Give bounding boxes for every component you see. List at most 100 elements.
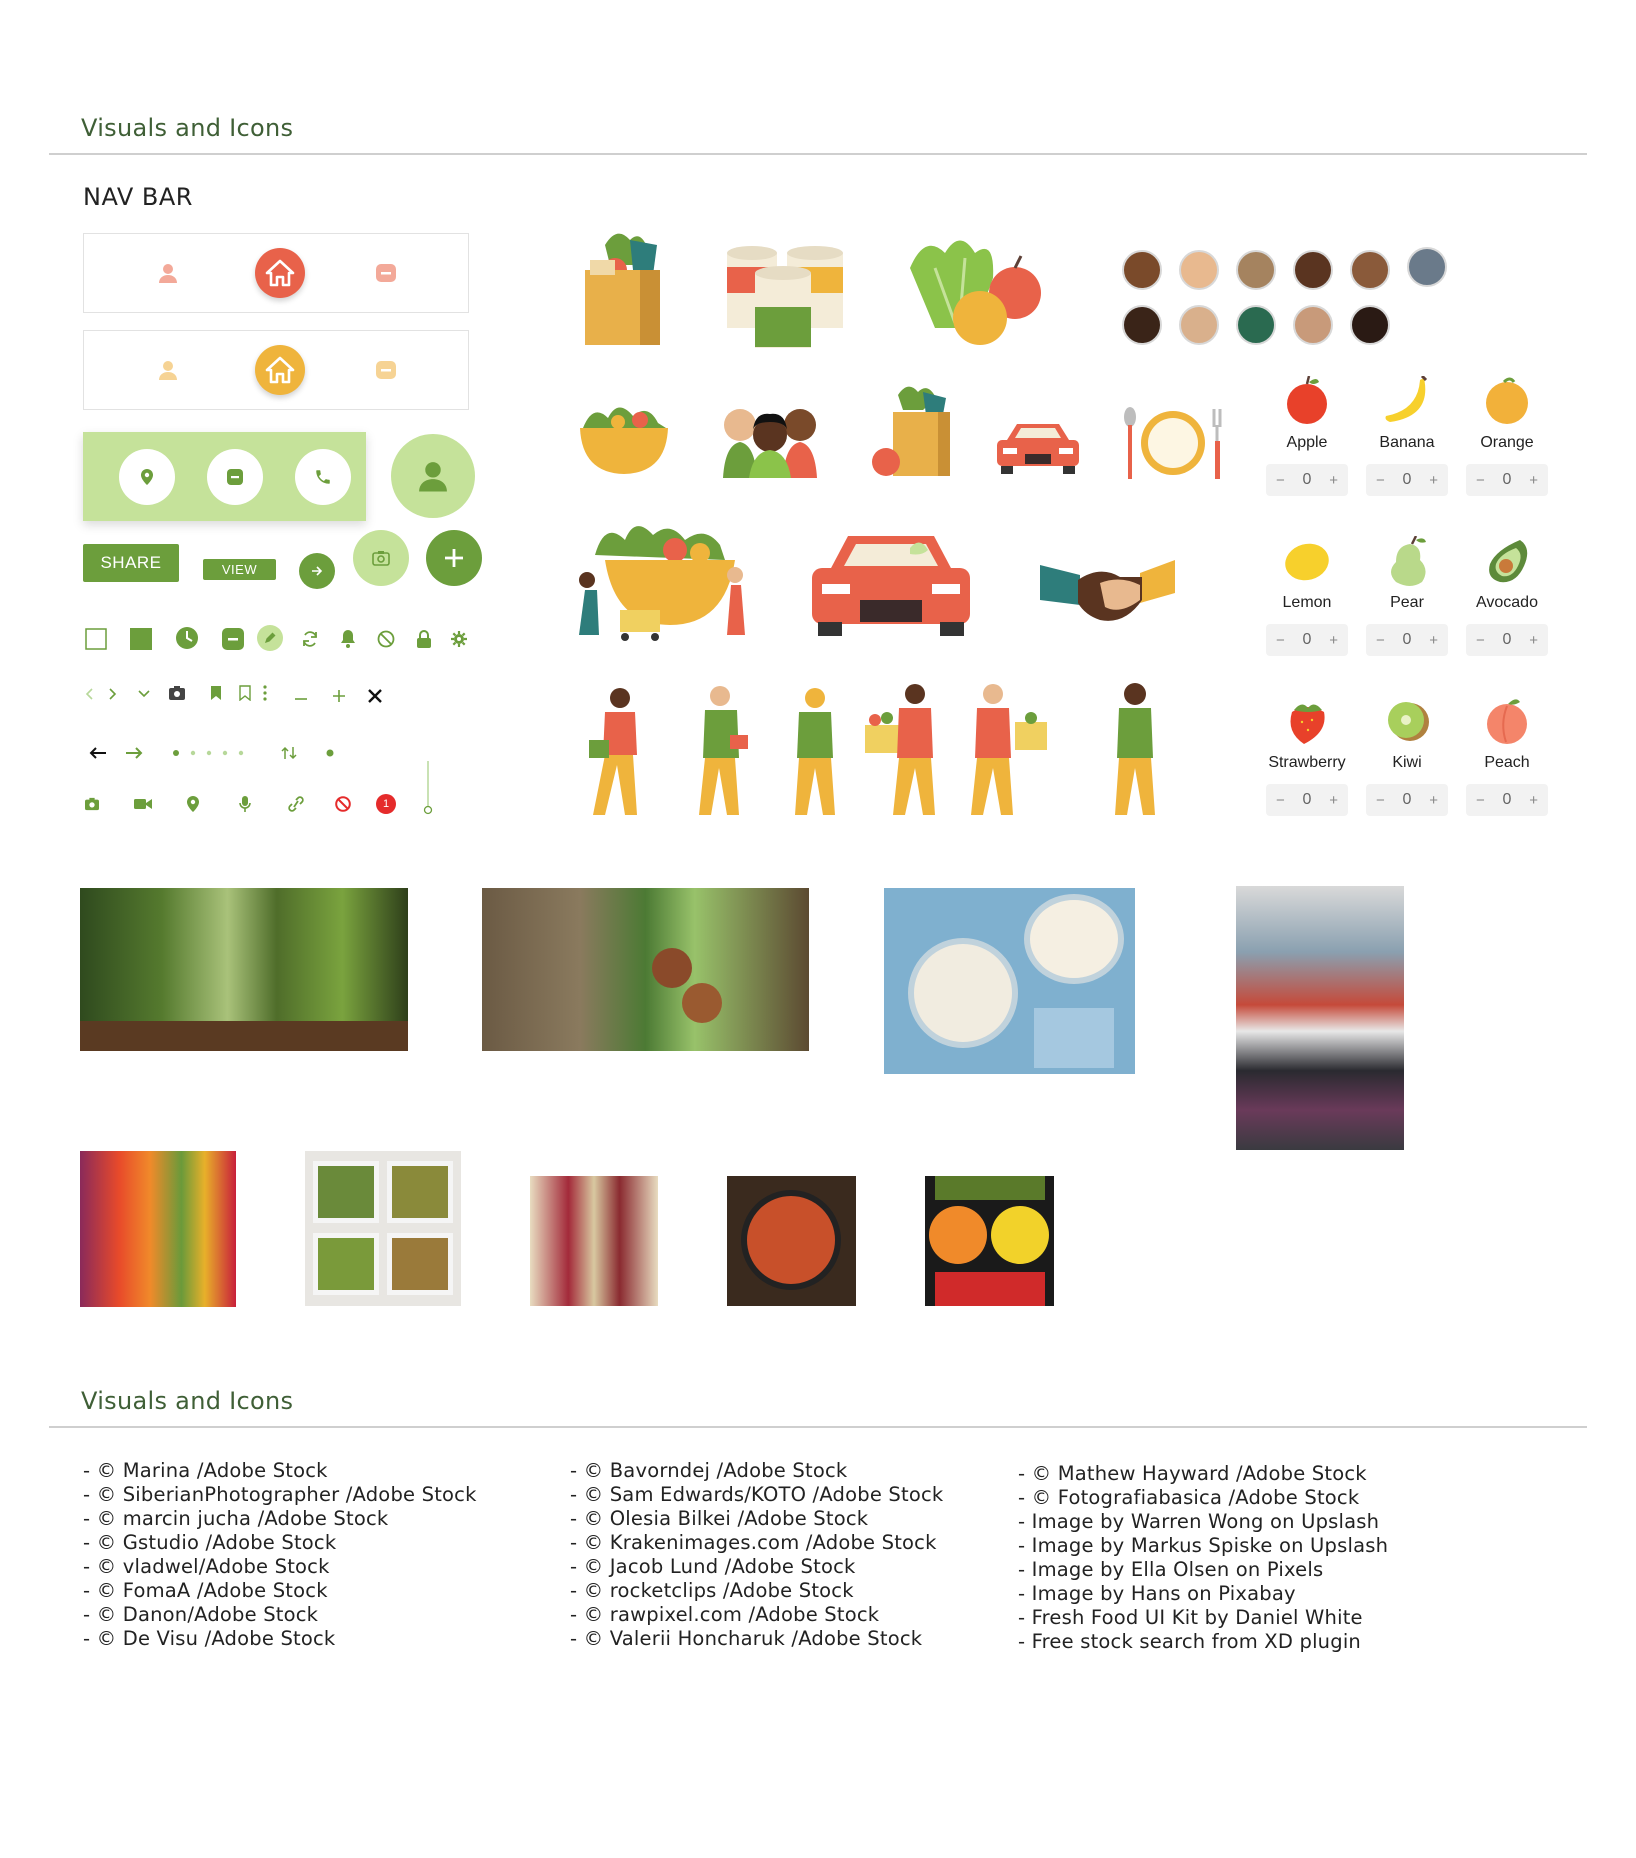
chat-icon[interactable]	[375, 359, 397, 381]
pasta-dish-photo	[727, 1176, 856, 1306]
avatar[interactable]	[1236, 305, 1276, 345]
increment-button[interactable]: +	[1329, 632, 1338, 649]
fruit-name: Apple	[1286, 434, 1328, 451]
microphone-icon[interactable]	[236, 794, 254, 814]
gear-icon[interactable]	[447, 627, 471, 651]
arrow-left-icon[interactable]	[88, 745, 108, 761]
block-icon[interactable]	[374, 627, 398, 651]
quantity-stepper[interactable]: −0 +	[1266, 464, 1348, 496]
avatar[interactable]	[1236, 250, 1276, 290]
close-icon[interactable]	[366, 687, 384, 705]
canned-goods-shelf-photo	[1236, 886, 1404, 1150]
profile-icon[interactable]	[157, 359, 179, 381]
bookmark-outline-icon[interactable]	[236, 683, 254, 703]
chat-icon[interactable]	[375, 262, 397, 284]
increment-button[interactable]: +	[1429, 472, 1438, 489]
chat-button[interactable]	[207, 448, 263, 505]
increment-button[interactable]: +	[1529, 792, 1538, 809]
refresh-icon[interactable]	[298, 627, 322, 651]
plus-icon[interactable]	[331, 688, 347, 704]
increment-button[interactable]: +	[1429, 632, 1438, 649]
checkbox-empty-icon[interactable]	[84, 627, 108, 651]
avatar[interactable]	[1122, 305, 1162, 345]
fruit-card-banana: Banana −0 +	[1364, 374, 1450, 501]
decrement-button[interactable]: −	[1376, 632, 1385, 649]
view-button[interactable]: VIEW	[203, 559, 276, 580]
decrement-button[interactable]: −	[1276, 792, 1285, 809]
slider-handle[interactable]	[420, 760, 436, 816]
nav-bar-title: NAV BAR	[83, 183, 193, 211]
people-group-illustration	[715, 400, 825, 478]
location-icon[interactable]	[184, 794, 202, 814]
breakfast-bowls-photo	[884, 888, 1135, 1074]
arrow-right-icon[interactable]	[124, 745, 144, 761]
checkbox-filled-icon[interactable]	[129, 627, 153, 651]
home-icon[interactable]	[255, 248, 305, 298]
add-button[interactable]	[426, 530, 482, 586]
decrement-button[interactable]: −	[1476, 632, 1485, 649]
location-button[interactable]	[119, 448, 175, 505]
pagination-dots[interactable]	[172, 748, 248, 758]
chevron-down-icon[interactable]	[136, 688, 152, 700]
credit-line: - © Olesia Bilkei /Adobe Stock	[570, 1507, 869, 1530]
avatar[interactable]	[1179, 305, 1219, 345]
increment-button[interactable]: +	[1429, 792, 1438, 809]
quantity-stepper[interactable]: −0 +	[1366, 624, 1448, 656]
camera-icon[interactable]	[82, 795, 102, 813]
bookmark-filled-icon[interactable]	[207, 683, 225, 703]
fruit-name: Peach	[1484, 754, 1530, 771]
arrow-forward-button[interactable]	[299, 553, 335, 589]
profile-icon[interactable]	[157, 262, 179, 284]
quantity-stepper[interactable]: −0 +	[1366, 464, 1448, 496]
home-icon[interactable]	[255, 345, 305, 395]
minus-icon[interactable]	[293, 692, 309, 706]
bell-icon[interactable]	[336, 627, 360, 651]
minus-box-icon[interactable]	[221, 627, 245, 651]
no-entry-icon[interactable]	[333, 795, 353, 813]
credit-line: - Image by Hans on Pixabay	[1018, 1582, 1296, 1605]
quantity-stepper[interactable]: −0 +	[1266, 784, 1348, 816]
avatar[interactable]	[1122, 250, 1162, 290]
avatar[interactable]	[1293, 250, 1333, 290]
fruit-name: Avocado	[1476, 594, 1538, 611]
avatar[interactable]	[1407, 247, 1447, 287]
increment-button[interactable]: +	[1329, 792, 1338, 809]
lock-icon[interactable]	[412, 627, 436, 651]
grocery-bag-illustration	[575, 225, 670, 350]
profile-button[interactable]	[391, 434, 475, 518]
camera-icon[interactable]	[166, 683, 188, 703]
chevron-right-icon[interactable]	[106, 686, 120, 702]
avatar[interactable]	[1350, 305, 1390, 345]
more-vertical-icon[interactable]	[260, 683, 270, 703]
fruit-card-peach: Peach −0 +	[1464, 696, 1550, 821]
avatar[interactable]	[1350, 250, 1390, 290]
sort-icon[interactable]	[279, 745, 299, 761]
increment-button[interactable]: +	[1529, 472, 1538, 489]
quantity-stepper[interactable]: −0 +	[1266, 624, 1348, 656]
quantity-stepper[interactable]: −0 +	[1466, 784, 1548, 816]
video-icon[interactable]	[132, 795, 154, 813]
phone-button[interactable]	[295, 448, 351, 505]
decrement-button[interactable]: −	[1476, 792, 1485, 809]
share-button[interactable]: SHARE	[83, 544, 179, 582]
credit-line: - © Gstudio /Adobe Stock	[83, 1531, 337, 1554]
quantity-stepper[interactable]: −0 +	[1366, 784, 1448, 816]
decrement-button[interactable]: −	[1376, 472, 1385, 489]
decrement-button[interactable]: −	[1276, 472, 1285, 489]
decrement-button[interactable]: −	[1376, 792, 1385, 809]
increment-button[interactable]: +	[1529, 632, 1538, 649]
decrement-button[interactable]: −	[1476, 472, 1485, 489]
quantity-stepper[interactable]: −0 +	[1466, 624, 1548, 656]
quantity-stepper[interactable]: −0 +	[1466, 464, 1548, 496]
camera-button[interactable]	[353, 530, 409, 586]
fruit-name: Pear	[1390, 594, 1424, 611]
edit-icon[interactable]	[257, 625, 283, 651]
avatar[interactable]	[1293, 305, 1333, 345]
decrement-button[interactable]: −	[1276, 632, 1285, 649]
link-icon[interactable]	[286, 795, 306, 813]
chevron-left-icon[interactable]	[82, 686, 96, 702]
strawberry-icon	[1284, 698, 1330, 750]
increment-button[interactable]: +	[1329, 472, 1338, 489]
avatar[interactable]	[1179, 250, 1219, 290]
quantity-value: 0	[1302, 631, 1312, 648]
